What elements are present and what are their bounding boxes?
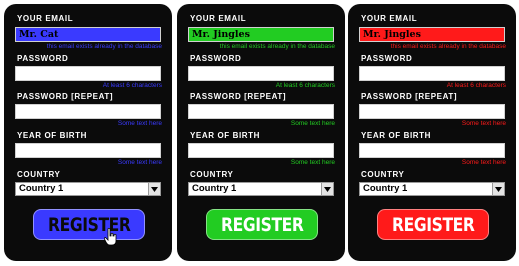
email-hint: this email exists already in the databas… <box>390 43 506 50</box>
password-hint: At least 6 characters <box>275 82 335 89</box>
register-panel-blue: YOUR EMAIL Mr. Cat this email exists alr… <box>4 4 172 261</box>
email-label: YOUR EMAIL <box>190 14 247 23</box>
register-button-label: REGISTER <box>220 213 304 236</box>
year-of-birth-field[interactable] <box>15 143 161 158</box>
year-of-birth-hint: Some text here <box>461 159 506 166</box>
password-field[interactable] <box>15 66 161 81</box>
password-repeat-label: PASSWORD [REPEAT] <box>17 92 114 101</box>
year-of-birth-hint: Some text here <box>117 159 162 166</box>
register-panel-red: YOUR EMAIL Mr. Jingles this email exists… <box>348 4 516 261</box>
password-field[interactable] <box>359 66 505 81</box>
register-button[interactable]: REGISTER <box>377 209 489 240</box>
password-repeat-label: PASSWORD [REPEAT] <box>361 92 458 101</box>
year-of-birth-label: YEAR OF BIRTH <box>361 131 432 140</box>
chevron-down-icon[interactable] <box>148 183 160 195</box>
pointer-cursor-icon <box>104 228 117 246</box>
country-label: COUNTRY <box>190 170 234 179</box>
year-of-birth-hint: Some text here <box>290 159 335 166</box>
chevron-down-icon[interactable] <box>321 183 333 195</box>
country-select[interactable]: Country 1 <box>15 182 161 196</box>
email-field[interactable]: Mr. Cat <box>15 27 161 42</box>
password-repeat-field[interactable] <box>188 104 334 119</box>
country-label: COUNTRY <box>17 170 61 179</box>
register-panel-green: YOUR EMAIL Mr. Jingles this email exists… <box>177 4 345 261</box>
year-of-birth-label: YEAR OF BIRTH <box>190 131 261 140</box>
year-of-birth-field[interactable] <box>359 143 505 158</box>
password-repeat-label: PASSWORD [REPEAT] <box>190 92 287 101</box>
email-field[interactable]: Mr. Jingles <box>359 27 505 42</box>
country-select-value: Country 1 <box>192 183 237 194</box>
password-repeat-hint: Some text here <box>290 120 335 127</box>
country-select-value: Country 1 <box>19 183 64 194</box>
password-repeat-hint: Some text here <box>461 120 506 127</box>
password-repeat-hint: Some text here <box>117 120 162 127</box>
password-hint: At least 6 characters <box>446 82 506 89</box>
register-button[interactable]: REGISTER <box>206 209 318 240</box>
email-label: YOUR EMAIL <box>361 14 418 23</box>
password-label: PASSWORD <box>17 54 69 63</box>
country-select[interactable]: Country 1 <box>188 182 334 196</box>
password-repeat-field[interactable] <box>359 104 505 119</box>
password-field[interactable] <box>188 66 334 81</box>
email-hint: this email exists already in the databas… <box>219 43 335 50</box>
register-button[interactable]: REGISTER <box>33 209 145 240</box>
country-select[interactable]: Country 1 <box>359 182 505 196</box>
email-field[interactable]: Mr. Jingles <box>188 27 334 42</box>
year-of-birth-field[interactable] <box>188 143 334 158</box>
country-select-value: Country 1 <box>363 183 408 194</box>
email-hint: this email exists already in the databas… <box>46 43 162 50</box>
country-label: COUNTRY <box>361 170 405 179</box>
chevron-down-icon[interactable] <box>492 183 504 195</box>
year-of-birth-label: YEAR OF BIRTH <box>17 131 88 140</box>
email-label: YOUR EMAIL <box>17 14 74 23</box>
password-repeat-field[interactable] <box>15 104 161 119</box>
register-button-label: REGISTER <box>391 213 475 236</box>
password-label: PASSWORD <box>361 54 413 63</box>
password-hint: At least 6 characters <box>102 82 162 89</box>
password-label: PASSWORD <box>190 54 242 63</box>
